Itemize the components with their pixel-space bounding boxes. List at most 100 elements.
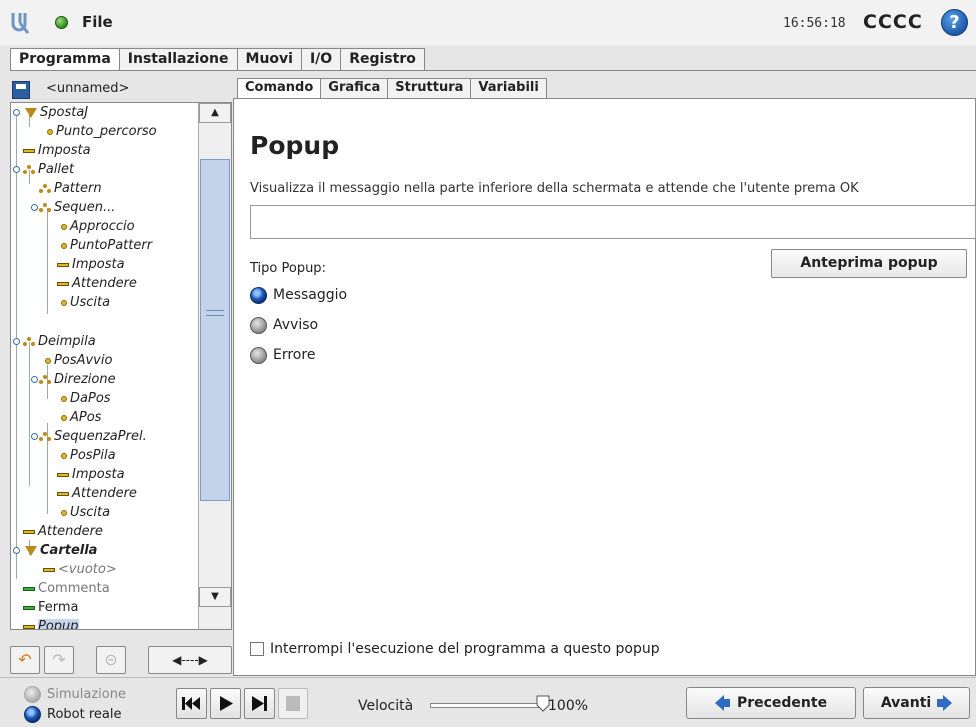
file-menu[interactable]: File bbox=[82, 13, 113, 31]
tab-installazione[interactable]: Installazione bbox=[118, 48, 238, 70]
tree-node[interactable]: Punto_percorso bbox=[47, 122, 157, 141]
tree-node[interactable]: Attendere bbox=[57, 484, 137, 503]
stop-icon bbox=[286, 696, 300, 711]
previous-button[interactable]: Precedente bbox=[686, 687, 856, 719]
waypoint-icon bbox=[61, 242, 67, 249]
stop-program-option[interactable]: Interrompi l'esecuzione del programma a … bbox=[250, 641, 660, 657]
tree-vertical-scrollbar[interactable]: ▲ ▼ bbox=[198, 103, 231, 629]
bottom-bar: Simulazione Robot reale Velocità 100% Pr… bbox=[0, 677, 976, 727]
expand-pin-icon[interactable] bbox=[31, 376, 38, 383]
expand-pin-icon[interactable] bbox=[13, 547, 20, 554]
expand-pin-icon[interactable] bbox=[13, 109, 20, 116]
tab-variabili[interactable]: Variabili bbox=[470, 78, 547, 98]
universal-robots-logo-icon bbox=[11, 13, 30, 34]
radio-icon[interactable] bbox=[250, 316, 267, 334]
tree-node[interactable]: Pattern bbox=[39, 179, 102, 198]
rewind-button[interactable] bbox=[176, 688, 207, 719]
title-bar: File 16:56:18 CCCC ? bbox=[0, 0, 976, 46]
tree-node[interactable]: Uscita bbox=[61, 293, 110, 312]
mode-simulation[interactable]: Simulazione bbox=[24, 686, 126, 703]
set-icon bbox=[57, 472, 69, 477]
tree-node[interactable]: Sequen... bbox=[39, 198, 115, 217]
command-content: Popup Visualizza il messaggio nella part… bbox=[233, 98, 976, 676]
expand-collapse-icon[interactable]: ◀----▶ bbox=[148, 646, 232, 674]
tree-node[interactable]: PuntoPatterr bbox=[61, 236, 152, 255]
stop-program-checkbox[interactable] bbox=[250, 642, 264, 656]
tree-node[interactable]: Imposta bbox=[57, 255, 125, 274]
set-icon bbox=[57, 262, 69, 267]
set-icon bbox=[23, 148, 35, 153]
tab-struttura[interactable]: Struttura bbox=[387, 78, 472, 98]
tree-node[interactable]: DaPos bbox=[61, 389, 111, 408]
sequence-icon bbox=[39, 431, 51, 442]
help-icon[interactable]: ? bbox=[941, 9, 968, 36]
tree-node[interactable]: Approccio bbox=[61, 217, 135, 236]
stop-button[interactable] bbox=[278, 688, 308, 719]
next-button[interactable]: Avanti bbox=[863, 687, 970, 719]
tree-node[interactable]: <vuoto> bbox=[43, 560, 117, 579]
undo-icon[interactable]: ↶ bbox=[10, 646, 40, 674]
expand-pin-icon[interactable] bbox=[13, 166, 20, 173]
tree-node[interactable]: PosAvvio bbox=[45, 351, 112, 370]
tree-node[interactable]: Cartella bbox=[25, 541, 97, 560]
mode-real-robot[interactable]: Robot reale bbox=[24, 706, 121, 723]
sequence-icon bbox=[39, 202, 51, 213]
popup-type-error[interactable]: Errore bbox=[250, 344, 315, 366]
pallet-icon bbox=[23, 164, 35, 175]
radio-icon[interactable] bbox=[250, 346, 267, 364]
tree-node[interactable]: APos bbox=[61, 408, 101, 427]
tree-node[interactable]: Imposta bbox=[57, 465, 125, 484]
radio-icon[interactable] bbox=[24, 686, 41, 703]
robot-status-icon bbox=[55, 16, 68, 29]
tab-programma[interactable]: Programma bbox=[10, 48, 120, 71]
arrow-left-icon bbox=[714, 695, 730, 711]
waypoint-icon bbox=[61, 223, 67, 230]
radio-selected-icon[interactable] bbox=[24, 706, 41, 723]
tab-muovi[interactable]: Muovi bbox=[236, 48, 302, 70]
tree-node[interactable]: PosPila bbox=[61, 446, 116, 465]
tree-node[interactable]: Commenta bbox=[23, 579, 110, 598]
expand-pin-icon[interactable] bbox=[31, 204, 38, 211]
step-button[interactable] bbox=[244, 688, 275, 719]
save-icon[interactable] bbox=[12, 81, 30, 99]
pattern-icon bbox=[39, 183, 51, 194]
tree-node-selected[interactable]: Popup bbox=[23, 617, 79, 629]
scroll-thumb[interactable] bbox=[200, 159, 230, 501]
speed-slider[interactable] bbox=[430, 703, 540, 708]
tree-node[interactable]: Pallet bbox=[23, 160, 74, 179]
popup-message-input[interactable] bbox=[250, 205, 976, 239]
wait-icon bbox=[57, 491, 69, 496]
tab-comando[interactable]: Comando bbox=[237, 78, 322, 99]
popup-description: Visualizza il messaggio nella parte infe… bbox=[250, 181, 859, 196]
radio-selected-icon[interactable] bbox=[250, 286, 267, 304]
tree-node[interactable]: Direzione bbox=[39, 370, 116, 389]
scroll-down-icon[interactable]: ▼ bbox=[199, 587, 231, 607]
tab-io[interactable]: I/O bbox=[300, 48, 342, 70]
tree-toolbar: ↶ ↷ ⊝ ◀----▶ bbox=[10, 646, 232, 676]
tree-node[interactable]: Imposta bbox=[23, 141, 91, 160]
play-button[interactable] bbox=[210, 688, 241, 719]
tree-node[interactable]: Attendere bbox=[57, 274, 137, 293]
tree-node[interactable]: Deimpila bbox=[23, 332, 96, 351]
tab-registro[interactable]: Registro bbox=[340, 48, 425, 70]
tree-node[interactable]: SpostaJ bbox=[25, 103, 88, 122]
tree-node[interactable]: Uscita bbox=[61, 503, 110, 522]
robot-name: CCCC bbox=[863, 11, 923, 33]
tree-node[interactable]: SequenzaPrel. bbox=[39, 427, 147, 446]
tree-node[interactable]: Ferma bbox=[23, 598, 79, 617]
redo-icon[interactable]: ↷ bbox=[44, 646, 74, 674]
expand-pin-icon[interactable] bbox=[13, 338, 20, 345]
command-panel: Comando Grafica Struttura Variabili Popu… bbox=[233, 78, 976, 676]
speed-label: Velocità bbox=[358, 698, 414, 714]
preview-popup-button[interactable]: Anteprima popup bbox=[771, 249, 967, 278]
expand-pin-icon[interactable] bbox=[31, 433, 38, 440]
step-icon bbox=[252, 696, 267, 711]
waypoint-icon bbox=[61, 395, 67, 402]
popup-type-message[interactable]: Messaggio bbox=[250, 284, 347, 306]
comment-icon bbox=[23, 586, 35, 591]
tab-grafica[interactable]: Grafica bbox=[320, 78, 389, 98]
suppress-icon[interactable]: ⊝ bbox=[96, 646, 126, 674]
scroll-up-icon[interactable]: ▲ bbox=[199, 103, 231, 123]
popup-type-warning[interactable]: Avviso bbox=[250, 314, 318, 336]
tree-node[interactable]: Attendere bbox=[23, 522, 103, 541]
